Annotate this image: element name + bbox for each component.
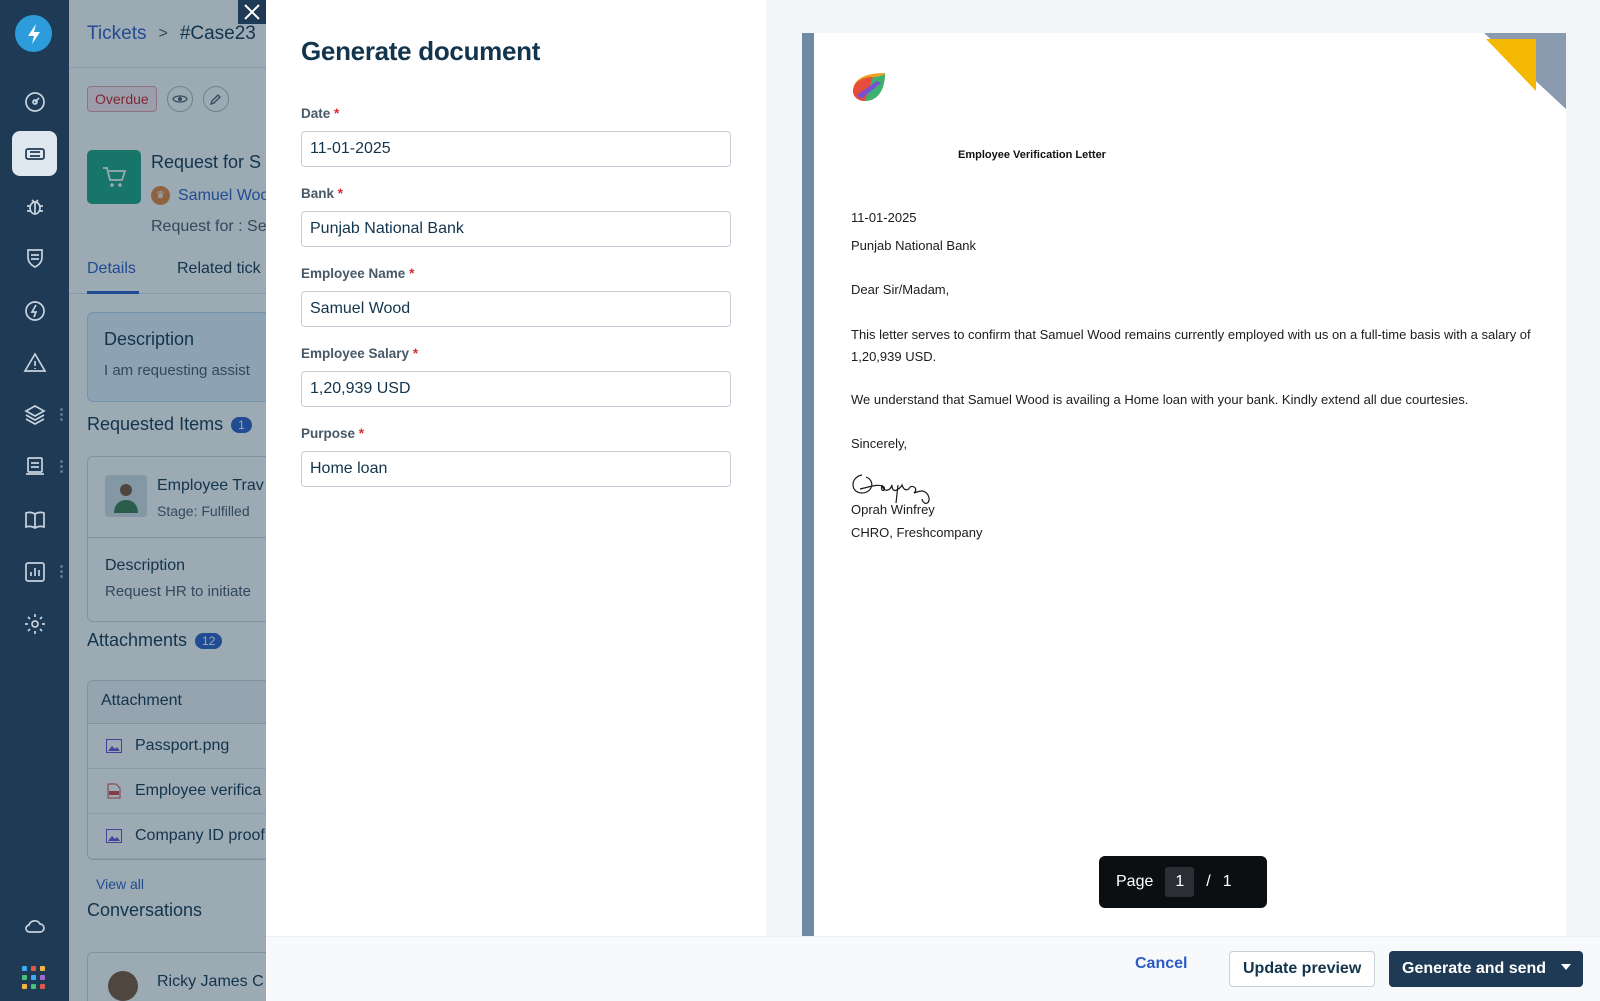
date-field[interactable] bbox=[301, 131, 731, 167]
purpose-field[interactable] bbox=[301, 451, 731, 487]
generate-and-send-button[interactable]: Generate and send bbox=[1389, 951, 1583, 987]
apps-icon[interactable] bbox=[22, 966, 46, 990]
bank-field[interactable] bbox=[301, 211, 731, 247]
analytics-icon[interactable] bbox=[12, 549, 57, 594]
modal-footer: Cancel Update preview Generate and send bbox=[266, 936, 1600, 1001]
page-edge bbox=[802, 33, 814, 936]
update-preview-button[interactable]: Update preview bbox=[1229, 951, 1376, 987]
current-page[interactable]: 1 bbox=[1165, 867, 1195, 897]
tickets-icon[interactable] bbox=[12, 131, 57, 176]
cancel-button[interactable]: Cancel bbox=[1135, 955, 1187, 973]
chevron-down-icon[interactable] bbox=[1561, 964, 1571, 970]
page-label: Page bbox=[1116, 873, 1154, 890]
letter-closing: Sincerely, bbox=[851, 436, 908, 451]
drag-handle-icon bbox=[60, 408, 64, 422]
letter-paragraph-2: We understand that Samuel Wood is availi… bbox=[851, 392, 1469, 407]
bug-icon[interactable] bbox=[12, 183, 57, 228]
bolt-icon[interactable] bbox=[12, 288, 57, 333]
signatory-title: CHRO, Freshcompany bbox=[851, 525, 983, 540]
document-preview: Employee Verification Letter 11-01-2025 … bbox=[766, 0, 1600, 936]
company-logo bbox=[853, 73, 885, 101]
letter-bank: Punjab National Bank bbox=[851, 238, 977, 253]
generate-and-send-label: Generate and send bbox=[1402, 960, 1547, 977]
document-form: Generate document Date * Bank * Employee… bbox=[266, 0, 766, 936]
bank-label: Bank * bbox=[301, 186, 344, 201]
signatory-name: Oprah Winfrey bbox=[851, 502, 935, 517]
modal-title: Generate document bbox=[301, 36, 541, 66]
modal-backdrop[interactable] bbox=[69, 0, 266, 1001]
close-icon[interactable] bbox=[238, 0, 266, 24]
freshservice-logo-icon[interactable] bbox=[15, 15, 52, 52]
page-separator: / bbox=[1206, 873, 1211, 890]
employee-salary-label: Employee Salary * bbox=[301, 346, 419, 361]
book-icon[interactable] bbox=[12, 497, 57, 542]
corner-decoration bbox=[1484, 33, 1566, 109]
assets-icon[interactable] bbox=[12, 444, 57, 489]
employee-name-field[interactable] bbox=[301, 291, 731, 327]
layers-icon[interactable] bbox=[12, 392, 57, 437]
employee-salary-field[interactable] bbox=[301, 371, 731, 407]
generate-document-modal: Generate document Date * Bank * Employee… bbox=[266, 0, 1600, 1001]
letter-page: Employee Verification Letter 11-01-2025 … bbox=[802, 33, 1566, 936]
letter-date: 11-01-2025 bbox=[851, 210, 917, 225]
drag-handle-icon bbox=[60, 460, 64, 474]
employee-name-label: Employee Name * bbox=[301, 266, 415, 281]
alert-icon[interactable] bbox=[12, 340, 57, 385]
drag-handle-icon bbox=[60, 565, 64, 579]
total-pages: 1 bbox=[1222, 873, 1232, 890]
purpose-label: Purpose * bbox=[301, 426, 365, 441]
shield-icon[interactable] bbox=[12, 235, 57, 280]
dashboard-icon[interactable] bbox=[12, 79, 57, 124]
letter-salutation: Dear Sir/Madam, bbox=[851, 282, 950, 297]
nav-rail bbox=[0, 0, 69, 1001]
cloud-icon[interactable] bbox=[12, 903, 57, 948]
date-label: Date * bbox=[301, 106, 340, 121]
settings-icon[interactable] bbox=[12, 601, 57, 646]
page-indicator: Page 1 / 1 bbox=[1099, 856, 1267, 908]
letter-title: Employee Verification Letter bbox=[958, 149, 1106, 161]
letter-paragraph-1: This letter serves to confirm that Samue… bbox=[851, 327, 1531, 364]
